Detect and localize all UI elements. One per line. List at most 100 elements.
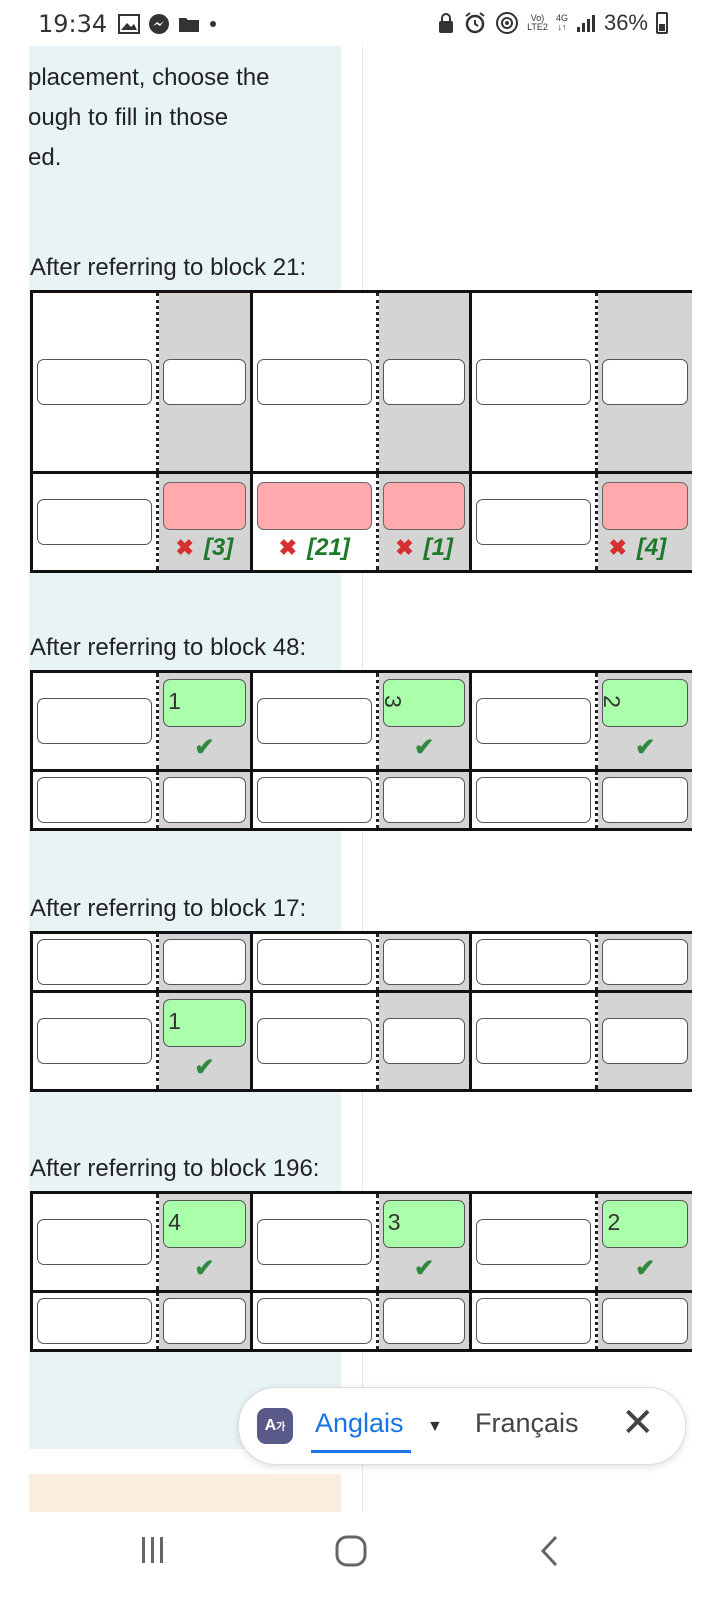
correct-box[interactable]: 2: [602, 1200, 689, 1248]
input-box[interactable]: [476, 1018, 592, 1064]
page-content[interactable]: placement, choose the ough to fill in th…: [0, 46, 720, 1512]
input-box[interactable]: [256, 939, 372, 985]
incorrect-mark: ✖ [4]: [608, 534, 667, 561]
grid-cell: [472, 1293, 599, 1349]
check-icon: ✔: [414, 734, 435, 761]
grid-cell: [598, 772, 692, 828]
grid-cell: ✖ [3]: [159, 474, 253, 570]
input-box[interactable]: [382, 1298, 466, 1344]
grid-cell: ✖ [1]: [378, 474, 473, 570]
navigation-bar: [0, 1512, 720, 1600]
input-box[interactable]: [37, 1219, 153, 1265]
grid-cell: [472, 1194, 599, 1290]
input-box[interactable]: [382, 939, 466, 985]
grid-cell: 1 ✔: [159, 673, 253, 769]
grid-cell: [378, 293, 473, 471]
input-box[interactable]: [37, 359, 153, 405]
source-language-tab[interactable]: Anglais: [315, 1408, 404, 1439]
incorrect-box[interactable]: [256, 482, 372, 530]
grid-cell: [33, 474, 160, 570]
cross-icon: ✖: [175, 535, 194, 560]
incorrect-box[interactable]: [602, 482, 689, 530]
input-box[interactable]: [602, 1018, 689, 1064]
input-box[interactable]: [163, 359, 246, 405]
input-box[interactable]: [382, 1018, 466, 1064]
grid-row: 1 ✔ 3 ✔ 2 ✔: [33, 673, 692, 769]
incorrect-box[interactable]: [163, 482, 246, 530]
status-right: Vo) LTE2 4G ↓↑ 36%: [437, 10, 668, 36]
input-box[interactable]: [476, 777, 592, 823]
recent-apps-icon[interactable]: [138, 1534, 168, 1566]
check-icon: ✔: [635, 734, 656, 761]
grid-block-17: 1 ✔: [30, 931, 692, 1092]
grid-cell: [472, 474, 599, 570]
input-box[interactable]: [476, 359, 592, 405]
chevron-down-icon[interactable]: ▼: [427, 1418, 443, 1436]
input-box[interactable]: [382, 359, 466, 405]
correct-box[interactable]: 4: [163, 1200, 246, 1248]
input-box[interactable]: [37, 698, 153, 744]
input-box[interactable]: [37, 1018, 153, 1064]
correct-box[interactable]: 3: [380, 679, 466, 727]
input-box[interactable]: [476, 698, 592, 744]
grid-cell: 2 ✔: [598, 673, 692, 769]
check-icon: ✔: [414, 1255, 435, 1282]
back-icon[interactable]: [538, 1534, 560, 1568]
hotspot-icon: [496, 12, 519, 34]
grid-cell: 1 ✔: [159, 993, 253, 1089]
grid-cell: [252, 293, 379, 471]
cross-icon: ✖: [278, 535, 298, 560]
input-box[interactable]: [476, 939, 592, 985]
correct-box[interactable]: 1: [163, 679, 246, 727]
target-language-tab[interactable]: Français: [475, 1408, 579, 1439]
incorrect-box[interactable]: [382, 482, 466, 530]
input-box[interactable]: [382, 777, 466, 823]
input-box[interactable]: [602, 1298, 689, 1344]
input-box[interactable]: [256, 359, 372, 405]
input-box[interactable]: [37, 777, 153, 823]
input-box[interactable]: [476, 1219, 592, 1265]
input-box[interactable]: [163, 939, 246, 985]
incorrect-mark: ✖ [21]: [278, 534, 350, 561]
check-icon: ✔: [635, 1255, 656, 1282]
grid-cell: [159, 1293, 253, 1349]
close-icon[interactable]: ✕: [621, 1400, 655, 1446]
input-box[interactable]: [37, 939, 153, 985]
grid-cell: [33, 993, 160, 1089]
correct-box[interactable]: 2: [599, 679, 689, 727]
input-box[interactable]: [256, 1219, 372, 1265]
active-tab-indicator: [311, 1450, 411, 1453]
input-box[interactable]: [602, 359, 689, 405]
section-title-block-48: After referring to block 48:: [30, 634, 307, 661]
grid-cell: 3 ✔: [378, 673, 473, 769]
messenger-icon: [149, 14, 169, 34]
input-box[interactable]: [476, 1298, 592, 1344]
home-icon[interactable]: [334, 1534, 368, 1568]
bottom-strip: [29, 1474, 341, 1512]
input-box[interactable]: [256, 698, 372, 744]
grid-cell: [472, 934, 599, 990]
grid-cell: [598, 1293, 692, 1349]
grid-block-48: 1 ✔ 3 ✔ 2 ✔: [30, 670, 692, 831]
input-box[interactable]: [602, 777, 689, 823]
intro-text-line: ed.: [28, 144, 62, 171]
input-box[interactable]: [37, 1298, 153, 1344]
input-box[interactable]: [256, 1298, 372, 1344]
grid-row: [33, 293, 692, 471]
status-time: 19:34: [38, 10, 108, 38]
input-box[interactable]: [163, 1298, 246, 1344]
input-box[interactable]: [256, 777, 372, 823]
input-box[interactable]: [602, 939, 689, 985]
correct-box[interactable]: 3: [382, 1200, 466, 1248]
input-box[interactable]: [476, 499, 592, 545]
correct-box[interactable]: 1: [163, 999, 246, 1047]
cross-icon: ✖: [608, 535, 627, 560]
grid-cell: [598, 993, 692, 1089]
grid-cell: [159, 934, 253, 990]
input-box[interactable]: [163, 777, 246, 823]
input-box[interactable]: [256, 1018, 372, 1064]
input-box[interactable]: [37, 499, 153, 545]
grid-cell: [33, 293, 160, 471]
incorrect-mark: ✖ [3]: [175, 534, 234, 561]
translate-icon[interactable]: A가: [257, 1408, 293, 1444]
